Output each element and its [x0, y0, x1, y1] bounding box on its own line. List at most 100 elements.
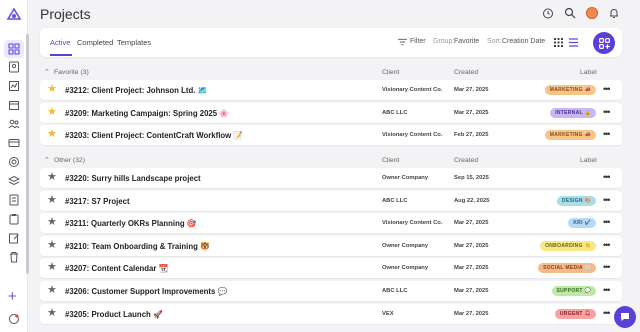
help-icon[interactable] [7, 312, 21, 326]
project-title[interactable]: #3206: Customer Support Improvements 💬 [65, 287, 227, 296]
section-header-other[interactable]: ⌃ Other (32) Client Created Label [40, 155, 622, 167]
app-logo-icon[interactable] [6, 6, 22, 22]
column-header-client[interactable]: Client [382, 157, 399, 164]
chat-button[interactable] [614, 306, 636, 328]
timer-icon[interactable] [542, 7, 554, 19]
goals-nav-icon[interactable] [7, 155, 21, 169]
project-row[interactable]: ★ #3207: Content Calendar 📆 Owner Company M… [40, 258, 622, 279]
avatar[interactable] [586, 7, 598, 19]
label-badge[interactable]: INTERNAL 🔒 [550, 107, 596, 118]
more-options-icon[interactable]: ••• [603, 217, 611, 227]
filter-button[interactable]: Filter [410, 38, 426, 45]
label-badge[interactable]: SUPPORT 💬 [551, 286, 596, 296]
project-title[interactable]: #3203: Client Project: ContentCraft Work… [65, 131, 243, 140]
project-row[interactable]: ★ #3205: Product Launch 🚀 VEX Mar 27, 2025 U… [40, 303, 622, 324]
add-project-button[interactable] [593, 32, 615, 54]
sidebar-scrollbar[interactable] [26, 34, 29, 274]
project-row[interactable]: ★ #3209: Marketing Campaign: Spring 2025 … [40, 102, 622, 123]
team-nav-icon[interactable] [7, 117, 21, 131]
favorite-star-icon[interactable]: ★ [47, 217, 57, 228]
layers-nav-icon[interactable] [7, 174, 21, 188]
favorite-star-icon[interactable]: ★ [47, 129, 57, 140]
tab-templates[interactable]: Templates [117, 38, 151, 47]
project-row[interactable]: ★ #3211: Quarterly OKRs Planning 🎯 Visiona… [40, 213, 622, 234]
documents-nav-icon[interactable] [7, 193, 21, 207]
label-badge[interactable]: MARKETING 📣 [544, 85, 596, 95]
more-options-icon[interactable]: ••• [603, 285, 611, 295]
tab-active[interactable]: Active [50, 38, 70, 47]
column-header-label[interactable]: Label [580, 157, 597, 164]
project-title[interactable]: #3207: Content Calendar 📆 [65, 264, 168, 273]
more-options-icon[interactable]: ••• [603, 240, 611, 250]
label-badge[interactable]: ONBOARDING 👏 [540, 240, 596, 251]
reports-nav-icon[interactable] [7, 79, 21, 93]
project-title[interactable]: #3217: S7 Project [65, 197, 130, 206]
column-header-created[interactable]: Created [454, 69, 478, 76]
column-header-label[interactable]: Label [580, 69, 597, 76]
project-created-date: Sep 15, 2025 [454, 175, 489, 181]
favorite-star-icon[interactable]: ★ [47, 285, 57, 296]
project-row[interactable]: ★ #3217: S7 Project ABC LLC Aug 22, 2025 DES… [40, 190, 622, 211]
favorite-star-icon[interactable]: ★ [47, 84, 57, 95]
project-row[interactable]: ★ #3210: Team Onboarding & Training 🐯 Owne… [40, 235, 622, 256]
more-options-icon[interactable]: ••• [603, 262, 611, 272]
view-toolbar: Active Completed Templates Filter Group:… [40, 28, 622, 57]
bell-icon[interactable] [608, 7, 620, 19]
favorite-star-icon[interactable]: ★ [47, 262, 57, 273]
list-view-icon[interactable] [569, 38, 578, 47]
sort-select[interactable]: Creation Date [502, 38, 545, 45]
edit-nav-icon[interactable] [7, 231, 21, 245]
search-icon[interactable] [564, 7, 576, 19]
project-title[interactable]: #3220: Surry hills Landscape project [65, 174, 201, 183]
project-created-date: Mar 27, 2025 [454, 109, 489, 116]
favorite-star-icon[interactable]: ★ [47, 239, 57, 251]
more-options-icon[interactable]: ••• [603, 195, 611, 205]
section-header-favorite[interactable]: ⌃ Favorite (3) Client Created Label [40, 67, 622, 79]
favorite-star-icon[interactable]: ★ [47, 172, 57, 183]
project-title[interactable]: #3210: Team Onboarding & Training 🐯 [65, 242, 210, 251]
project-row[interactable]: ★ #3212: Client Project: Johnson Ltd. 🗺️ V… [40, 80, 622, 100]
more-options-icon[interactable]: ••• [603, 129, 611, 139]
project-title[interactable]: #3205: Product Launch 🚀 [65, 310, 163, 319]
label-badge[interactable]: KRI ✔️ [568, 218, 596, 229]
project-row[interactable]: ★ #3220: Surry hills Landscape project Own… [40, 168, 622, 188]
calendar-nav-icon[interactable] [7, 98, 21, 112]
label-badge[interactable]: DESIGN 🎨 [556, 195, 596, 206]
project-client: ABC LLC [382, 109, 408, 116]
collapse-chevron-icon[interactable]: ⌃ [44, 156, 50, 164]
project-title[interactable]: #3212: Client Project: Johnson Ltd. 🗺️ [65, 86, 207, 95]
label-badge[interactable]: URGENT 🚨 [554, 308, 596, 319]
project-title[interactable]: #3211: Quarterly OKRs Planning 🎯 [65, 219, 196, 228]
clipboard-nav-icon[interactable] [7, 212, 21, 226]
label-badge[interactable]: SOCIAL MEDIA 💿 [538, 263, 596, 274]
project-client: Owner Company [382, 265, 429, 272]
column-header-created[interactable]: Created [454, 157, 478, 164]
project-client: Visionary Content Co. [382, 132, 443, 138]
label-badge[interactable]: MARKETING 📣 [544, 130, 596, 140]
favorite-star-icon[interactable]: ★ [47, 307, 57, 319]
filter-icon[interactable] [398, 38, 407, 46]
more-options-icon[interactable]: ••• [603, 172, 611, 182]
column-header-client[interactable]: Client [382, 69, 399, 76]
more-options-icon[interactable]: ••• [603, 84, 611, 94]
favorite-star-icon[interactable]: ★ [47, 106, 57, 118]
more-options-icon[interactable]: ••• [603, 107, 611, 117]
collapse-chevron-icon[interactable]: ⌃ [44, 68, 50, 76]
project-row[interactable]: ★ #3206: Customer Support Improvements 💬 A… [40, 281, 622, 301]
sort-prefix: Sort: [487, 38, 502, 45]
projects-nav-icon[interactable] [4, 40, 24, 58]
tab-completed[interactable]: Completed [77, 38, 113, 47]
more-options-icon[interactable]: ••• [603, 308, 611, 318]
section-title: Other (32) [54, 157, 85, 164]
group-select[interactable]: Favorite [454, 38, 479, 45]
trash-nav-icon[interactable] [7, 250, 21, 264]
favorite-star-icon[interactable]: ★ [47, 194, 57, 206]
grid-view-icon[interactable] [554, 38, 563, 47]
project-created-date: Mar 27, 2025 [454, 87, 489, 93]
add-icon[interactable]: + [8, 289, 17, 304]
project-row[interactable]: ★ #3203: Client Project: ContentCraft Wor… [40, 125, 622, 145]
group-prefix: Group: [433, 38, 455, 45]
project-title[interactable]: #3209: Marketing Campaign: Spring 2025 🌸 [65, 109, 229, 118]
billing-nav-icon[interactable] [7, 136, 21, 150]
contacts-nav-icon[interactable] [7, 60, 21, 74]
